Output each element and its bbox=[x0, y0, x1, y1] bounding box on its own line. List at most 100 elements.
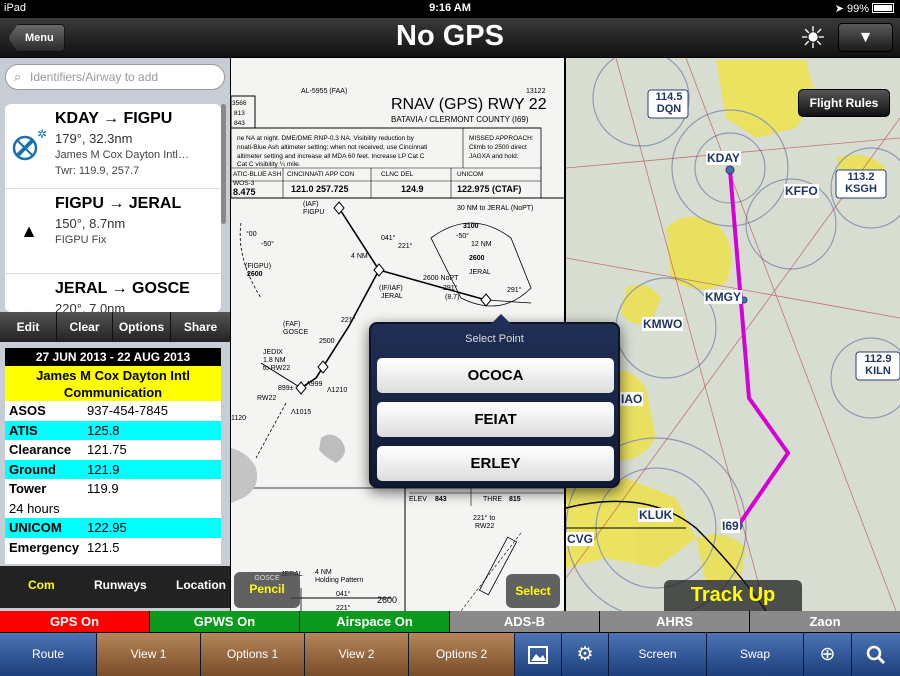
svg-text:-50°: -50° bbox=[261, 240, 274, 248]
point-option-feiat[interactable]: FEIAT bbox=[377, 402, 614, 437]
crosshair-icon[interactable]: ⊕ bbox=[804, 633, 852, 676]
svg-text:3566: 3566 bbox=[232, 100, 247, 107]
status-strip: GPS On GPWS On Airspace On ADS-B AHRS Za… bbox=[0, 611, 900, 633]
svg-text:2600: 2600 bbox=[247, 271, 263, 278]
route-button[interactable]: Route bbox=[0, 633, 97, 676]
popover-title: Select Point bbox=[465, 333, 524, 345]
svg-text:221°: 221° bbox=[398, 242, 413, 250]
list-item[interactable]: ✲ KDAY → FIGPU 179°, 32.3nm James M Cox … bbox=[5, 104, 221, 189]
svg-text:JAGXA and hold.: JAGXA and hold. bbox=[469, 153, 519, 160]
airport-label: KDAY bbox=[706, 151, 741, 165]
leg-title: FIGPU → JERAL bbox=[55, 195, 182, 212]
brightness-icon[interactable]: ☀ bbox=[796, 22, 830, 56]
search-icon: ⌕ bbox=[14, 69, 22, 84]
flight-rules-button[interactable]: Flight Rules bbox=[798, 89, 890, 117]
svg-text:221°: 221° bbox=[336, 604, 351, 611]
info-tabs: Com Runways Location bbox=[0, 566, 230, 608]
svg-text:041°: 041° bbox=[381, 234, 396, 242]
tab-location[interactable]: Location bbox=[176, 578, 226, 592]
point-option-erley[interactable]: ERLEY bbox=[377, 446, 614, 481]
search-input[interactable]: ⌕ Identifiers/Airway to add bbox=[5, 64, 225, 90]
tab-runways[interactable]: Runways bbox=[94, 578, 147, 592]
svg-text:ne NA at night. DME/DME RNP-0.: ne NA at night. DME/DME RNP-0.3 NA. Visi… bbox=[237, 135, 415, 142]
svg-text:4 NM: 4 NM bbox=[351, 253, 368, 260]
airport-label: KMGY bbox=[704, 290, 742, 304]
search-icon[interactable] bbox=[852, 633, 900, 676]
svg-text:2600 NoPT: 2600 NoPT bbox=[423, 275, 459, 282]
svg-text:(IAF): (IAF) bbox=[303, 201, 319, 208]
list-item[interactable]: ▲ FIGPU → JERAL 150°, 8.7nm FIGPU Fix bbox=[5, 189, 221, 274]
svg-text:Climb to 2500 direct: Climb to 2500 direct bbox=[469, 144, 527, 151]
freq-row: Tower 119.9 bbox=[9, 481, 119, 496]
gpws-status-button[interactable]: GPWS On bbox=[150, 611, 300, 632]
freq-row: 24 hours bbox=[9, 500, 60, 516]
list-item[interactable]: ▲ JERAL → GOSCE 220°, 7.0nm bbox=[5, 274, 221, 312]
svg-text:221°: 221° bbox=[341, 316, 356, 324]
svg-text:2600: 2600 bbox=[469, 255, 485, 262]
search-placeholder: Identifiers/Airway to add bbox=[30, 70, 159, 84]
gps-status-button[interactable]: GPS On bbox=[0, 611, 150, 632]
title-bar: Menu No GPS ☀ ▼ bbox=[0, 18, 900, 58]
leg-course: 179°, 32.3nm bbox=[55, 131, 133, 146]
gear-icon[interactable]: ⚙ bbox=[562, 633, 609, 676]
zaon-status-button[interactable]: Zaon bbox=[750, 611, 900, 632]
svg-text:(FIGPU): (FIGPU) bbox=[245, 263, 271, 270]
fix-triangle-icon: ▲ bbox=[20, 221, 38, 241]
select-button[interactable]: Select bbox=[506, 574, 560, 608]
point-option-ococa[interactable]: OCOCA bbox=[377, 358, 614, 393]
screen-button[interactable]: Screen bbox=[609, 633, 707, 676]
leg-freq: Twr: 119.9, 257.7 bbox=[55, 165, 140, 177]
track-up-button[interactable]: Track Up bbox=[664, 580, 802, 611]
svg-text:JERAL: JERAL bbox=[381, 293, 403, 300]
freq-row: UNICOM 122.95 bbox=[5, 518, 221, 538]
dropdown-button[interactable]: ▼ bbox=[838, 23, 893, 52]
view2-button[interactable]: View 2 bbox=[305, 633, 409, 676]
adsb-status-button[interactable]: ADS-B bbox=[450, 611, 600, 632]
svg-text:-50°: -50° bbox=[456, 232, 469, 240]
options1-button[interactable]: Options 1 bbox=[201, 633, 305, 676]
svg-text:CINCINNATI APP CON: CINCINNATI APP CON bbox=[287, 171, 355, 178]
pencil-button[interactable]: GOSCE Pencil bbox=[234, 572, 300, 608]
view1-button[interactable]: View 1 bbox=[97, 633, 201, 676]
svg-text:nnati-Blue Ash altimeter setti: nnati-Blue Ash altimeter setting; when n… bbox=[237, 144, 427, 151]
svg-text:THRE: THRE bbox=[483, 496, 502, 503]
freq-row: ASOS 937-454-7845 bbox=[9, 403, 168, 418]
swap-button[interactable]: Swap bbox=[707, 633, 804, 676]
options2-button[interactable]: Options 2 bbox=[409, 633, 515, 676]
svg-text:ATIC-BLUE ASH: ATIC-BLUE ASH bbox=[233, 171, 282, 178]
share-button[interactable]: Share bbox=[171, 312, 230, 342]
freq-row: Ground 121.9 bbox=[5, 459, 221, 479]
svg-text:GOSCE: GOSCE bbox=[283, 329, 309, 336]
frequency-panel[interactable]: 27 JUN 2013 - 22 AUG 2013 James M Cox Da… bbox=[5, 348, 221, 564]
route-legs-list[interactable]: ✲ KDAY → FIGPU 179°, 32.3nm James M Cox … bbox=[5, 104, 221, 312]
page-title: No GPS bbox=[396, 20, 504, 52]
image-icon[interactable] bbox=[515, 633, 562, 676]
pencil-sublabel: GOSCE bbox=[254, 575, 280, 582]
svg-text:843: 843 bbox=[234, 120, 245, 127]
edit-button[interactable]: Edit bbox=[0, 312, 57, 342]
airspace-status-button[interactable]: Airspace On bbox=[300, 611, 450, 632]
svg-text:30 NM to JERAL (NoPT): 30 NM to JERAL (NoPT) bbox=[457, 205, 533, 212]
svg-text:4 NM: 4 NM bbox=[315, 569, 332, 576]
battery-status: ➤ 99% bbox=[835, 2, 894, 15]
vor-dqn-label: 114.5 DQN bbox=[655, 91, 683, 115]
plate-chart-number: 13122 bbox=[526, 88, 546, 95]
svg-text:WOS-3: WOS-3 bbox=[233, 180, 255, 187]
location-arrow-icon: ➤ bbox=[834, 3, 844, 15]
freq-row: Emergency 121.5 bbox=[9, 539, 120, 555]
svg-text:°00: °00 bbox=[246, 230, 257, 238]
clear-button[interactable]: Clear bbox=[57, 312, 113, 342]
leg-course: 220°, 7.0nm bbox=[55, 301, 126, 312]
svg-text:CLNC DEL: CLNC DEL bbox=[381, 171, 414, 178]
scrollbar[interactable] bbox=[221, 104, 226, 224]
pencil-label: Pencil bbox=[249, 582, 285, 596]
svg-text:altimeter setting and increase: altimeter setting and increase all MDA 6… bbox=[237, 153, 425, 160]
svg-text:UNICOM: UNICOM bbox=[457, 171, 483, 178]
tab-com[interactable]: Com bbox=[28, 578, 55, 592]
airport-label: KMWO bbox=[642, 317, 684, 331]
svg-text:FIGPU: FIGPU bbox=[303, 209, 324, 216]
options-button[interactable]: Options bbox=[113, 312, 171, 342]
airport-label: KFFO bbox=[784, 184, 819, 198]
ahrs-status-button[interactable]: AHRS bbox=[600, 611, 750, 632]
airport-comm-title: James M Cox Dayton Intl Communication bbox=[5, 366, 221, 401]
